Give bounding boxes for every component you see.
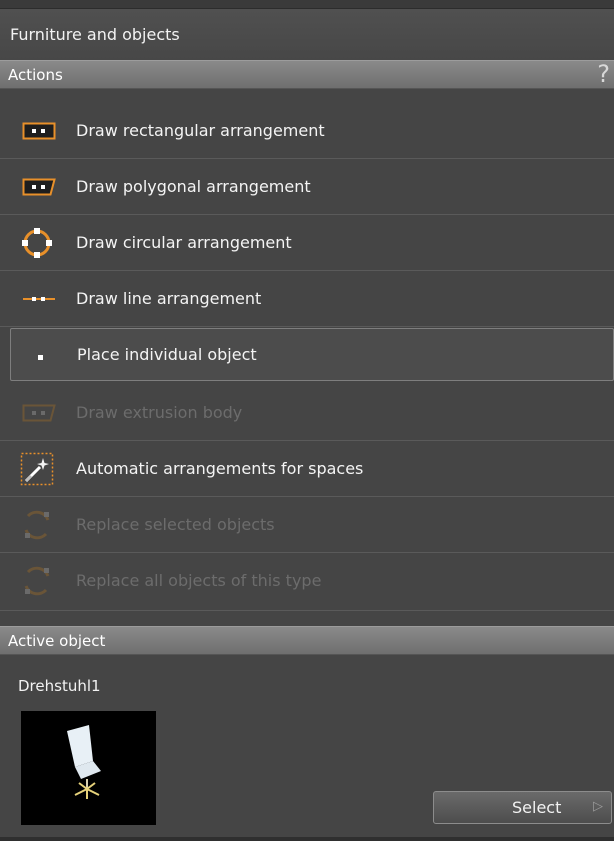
bottom-border bbox=[0, 837, 614, 841]
action-draw-circular[interactable]: Draw circular arrangement bbox=[0, 215, 614, 271]
rect-arrangement-icon bbox=[22, 122, 56, 140]
action-draw-rectangular[interactable]: Draw rectangular arrangement bbox=[0, 103, 614, 159]
magic-wand-icon bbox=[20, 452, 54, 486]
panel-title: Furniture and objects bbox=[10, 25, 180, 44]
line-arrangement-icon bbox=[23, 297, 55, 301]
action-label: Draw line arrangement bbox=[76, 289, 262, 308]
action-label: Place individual object bbox=[77, 345, 257, 364]
help-icon[interactable]: ? bbox=[597, 60, 610, 88]
object-thumbnail[interactable] bbox=[21, 711, 156, 825]
furniture-panel: Furniture and objects Actions ? Draw rec… bbox=[0, 0, 614, 841]
panel-titlebar: Furniture and objects bbox=[0, 8, 614, 60]
polygon-arrangement-icon bbox=[22, 178, 56, 196]
action-label: Draw rectangular arrangement bbox=[76, 121, 325, 140]
select-button-label: Select bbox=[512, 798, 562, 817]
action-label: Replace all objects of this type bbox=[76, 571, 322, 590]
replace-all-icon bbox=[24, 566, 50, 596]
action-label: Draw extrusion body bbox=[76, 403, 243, 422]
active-object-name: Drehstuhl1 bbox=[18, 677, 101, 695]
replace-icon bbox=[24, 510, 50, 540]
circle-arrangement-icon bbox=[22, 228, 52, 258]
action-draw-extrusion[interactable]: Draw extrusion body bbox=[0, 385, 614, 441]
action-replace-selected[interactable]: Replace selected objects bbox=[0, 497, 614, 553]
action-label: Replace selected objects bbox=[76, 515, 275, 534]
select-button[interactable]: Select ▷ bbox=[433, 791, 612, 824]
top-strip bbox=[0, 0, 614, 8]
action-label: Draw circular arrangement bbox=[76, 233, 292, 252]
active-object-header-label: Active object bbox=[8, 632, 106, 650]
action-label: Draw polygonal arrangement bbox=[76, 177, 311, 196]
action-label: Automatic arrangements for spaces bbox=[76, 459, 364, 478]
action-place-individual[interactable]: Place individual object bbox=[10, 328, 614, 381]
actions-header[interactable]: Actions ? bbox=[0, 60, 614, 89]
single-object-icon bbox=[38, 355, 43, 360]
action-replace-all[interactable]: Replace all objects of this type bbox=[0, 553, 614, 611]
extrusion-icon bbox=[22, 404, 56, 422]
triangle-right-icon: ▷ bbox=[593, 799, 603, 814]
active-object-header[interactable]: Active object bbox=[0, 626, 614, 655]
actions-header-label: Actions bbox=[8, 66, 63, 84]
chair-preview-icon bbox=[67, 725, 101, 799]
action-automatic-arrangements[interactable]: Automatic arrangements for spaces bbox=[0, 441, 614, 497]
action-draw-polygonal[interactable]: Draw polygonal arrangement bbox=[0, 159, 614, 215]
action-draw-line[interactable]: Draw line arrangement bbox=[0, 271, 614, 327]
